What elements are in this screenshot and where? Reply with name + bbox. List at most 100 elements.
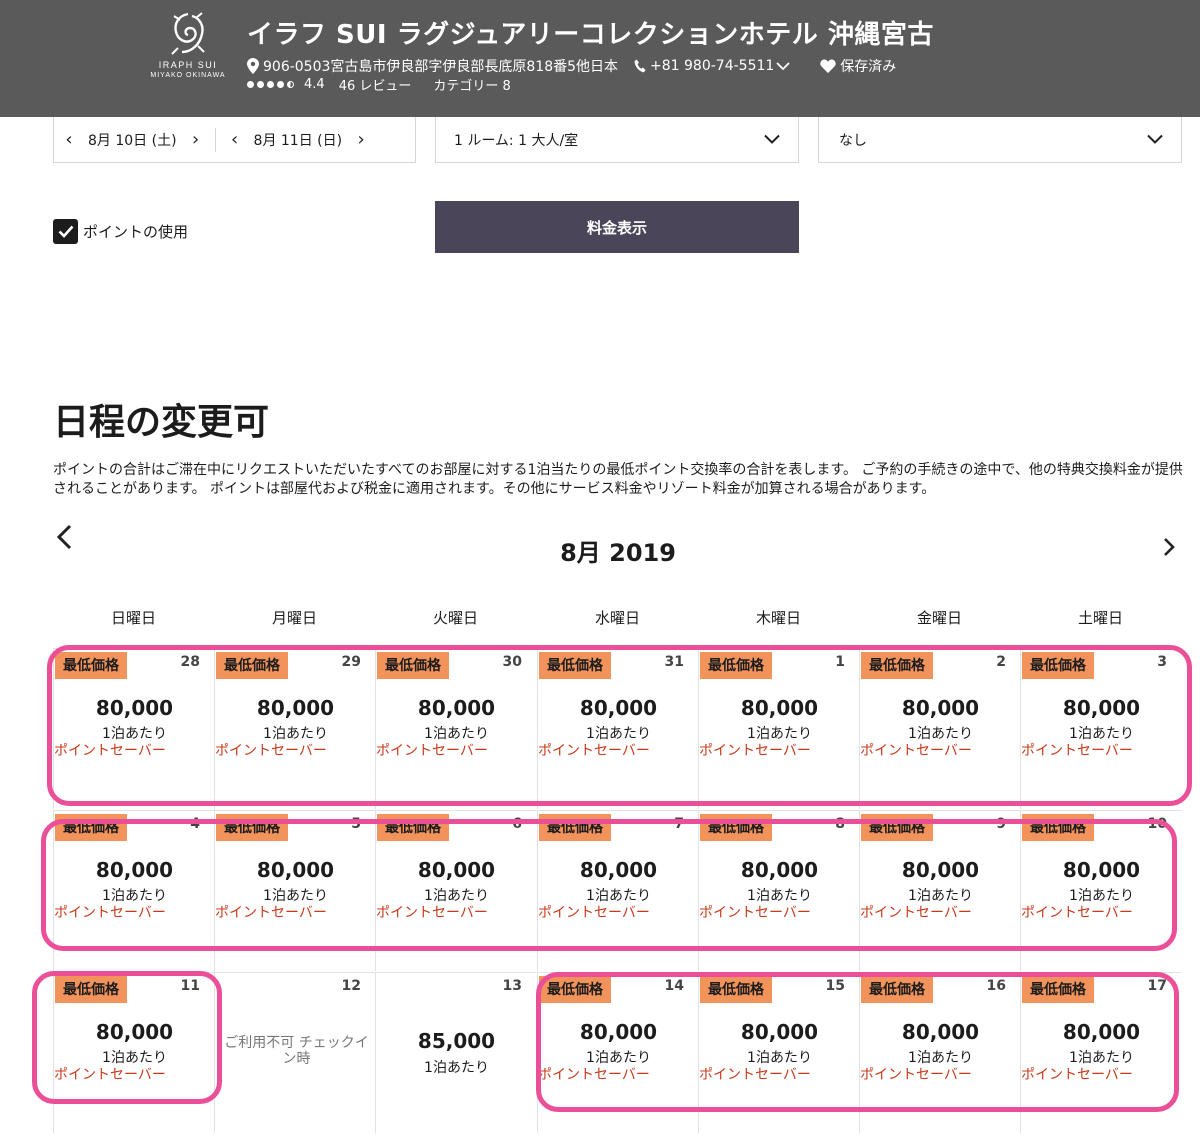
day-number: 14 — [664, 978, 684, 994]
show-rates-button[interactable]: 料金表示 — [435, 201, 799, 253]
calendar-day-cell[interactable]: 最低価格 28 80,000 1泊あたり ポイントセーバー — [53, 648, 214, 809]
points-note: ポイントの合計はご滞在中にリクエストいただいたすべてのお部屋に対する1泊当たりの… — [53, 462, 1183, 497]
calendar-day-cell[interactable]: 最低価格 31 80,000 1泊あたり ポイントセーバー — [537, 648, 698, 809]
rooms-guests-value: 1 ルーム: 1 大人/室 — [454, 132, 579, 149]
points-price: 80,000 — [417, 696, 496, 720]
hotel-info-row: 906-0503宮古島市伊良部字伊良部長底原818番5他日本 +81 980-7… — [247, 56, 896, 76]
points-price: 80,000 — [901, 858, 980, 882]
day-number: 11 — [180, 978, 200, 994]
calendar-day-cell[interactable]: 最低価格 4 80,000 1泊あたり ポイントセーバー — [53, 810, 214, 971]
points-saver-label: ポイントセーバー — [54, 743, 166, 759]
points-price: 80,000 — [740, 696, 819, 720]
calendar-day-cell[interactable]: 最低価格 1 80,000 1泊あたり ポイントセーバー — [698, 648, 859, 809]
checkout-date: ‹ 8月 11日 (日) › — [220, 117, 377, 162]
weekday-label: 日曜日 — [110, 609, 156, 627]
day-number: 28 — [180, 654, 200, 670]
section-title: 日程の変更可 — [53, 402, 270, 443]
calendar-day-cell[interactable]: 最低価格 14 80,000 1泊あたり ポイントセーバー — [537, 972, 698, 1133]
day-number: 29 — [341, 654, 361, 670]
calendar-day-cell[interactable]: 最低価格 10 80,000 1泊あたり ポイントセーバー — [1020, 810, 1181, 971]
points-saver-label: ポイントセーバー — [215, 905, 327, 921]
calendar-day-cell[interactable]: 最低価格 6 80,000 1泊あたり ポイントセーバー — [375, 810, 536, 971]
calendar-day-cell[interactable]: 最低価格 3 80,000 1泊あたり ポイントセーバー — [1020, 648, 1181, 809]
lowest-price-badge: 最低価格 — [861, 652, 933, 679]
calendar-day-cell[interactable]: 最低価格 9 80,000 1泊あたり ポイントセーバー — [859, 810, 1020, 971]
hotel-address[interactable]: 906-0503宮古島市伊良部字伊良部長底原818番5他日本 — [263, 56, 618, 76]
rooms-guests-select[interactable]: 1 ルーム: 1 大人/室 — [435, 117, 799, 163]
calendar-day-cell[interactable]: 最低価格 15 80,000 1泊あたり ポイントセーバー — [698, 972, 859, 1133]
lowest-price-badge: 最低価格 — [700, 976, 772, 1003]
calendar-day-cell[interactable]: 最低価格 30 80,000 1泊あたり ポイントセーバー — [375, 648, 536, 809]
day-number: 6 — [512, 816, 522, 832]
location-pin-icon — [247, 58, 259, 74]
lowest-price-badge: 最低価格 — [377, 814, 449, 841]
checkin-date-label[interactable]: 8月 10日 (土) — [84, 130, 181, 150]
heart-icon[interactable] — [820, 59, 836, 73]
points-saver-label: ポイントセーバー — [1021, 1067, 1133, 1083]
calendar-day-cell[interactable]: 最低価格 5 80,000 1泊あたり ポイントセーバー — [214, 810, 375, 971]
points-price: 80,000 — [1062, 696, 1141, 720]
points-price: 80,000 — [579, 696, 658, 720]
use-points-checkbox[interactable]: ポイントの使用 — [53, 219, 188, 244]
use-points-label[interactable]: ポイントの使用 — [83, 221, 188, 242]
review-count[interactable]: 46 レビュー — [339, 75, 412, 94]
day-number: 8 — [835, 816, 845, 832]
chevron-left-icon[interactable]: ‹ — [54, 129, 84, 150]
special-rate-select[interactable]: なし — [818, 117, 1182, 163]
hotel-logo[interactable]: IRAPH SUI MIYAKO OKINAWA — [142, 10, 234, 92]
day-number: 3 — [1157, 654, 1167, 670]
calendar-day-cell[interactable]: 最低価格 8 80,000 1泊あたり ポイントセーバー — [698, 810, 859, 971]
calendar-day-cell[interactable]: 最低価格 16 80,000 1泊あたり ポイントセーバー — [859, 972, 1020, 1133]
calendar-day-cell[interactable]: 最低価格 7 80,000 1泊あたり ポイントセーバー — [537, 810, 698, 971]
special-rate-value: なし — [839, 132, 867, 149]
points-price: 80,000 — [901, 696, 980, 720]
next-month-icon[interactable] — [1163, 537, 1175, 563]
lowest-price-badge: 最低価格 — [1022, 652, 1094, 679]
points-price: 80,000 — [256, 696, 335, 720]
lowest-price-badge: 最低価格 — [861, 814, 933, 841]
saved-label[interactable]: 保存済み — [840, 56, 896, 76]
weekday-label: 金曜日 — [916, 609, 962, 627]
calendar-day-cell[interactable]: 最低価格 2 80,000 1泊あたり ポイントセーバー — [859, 648, 1020, 809]
day-number: 4 — [190, 816, 200, 832]
lowest-price-badge: 最低価格 — [216, 652, 288, 679]
calendar-day-cell[interactable]: 12 ご利用不可 チェックイン時 — [214, 972, 375, 1133]
hotel-phone[interactable]: +81 980-74-5511 — [650, 58, 774, 74]
weekday-label: 水曜日 — [594, 609, 640, 627]
month-title: 8月 2019 — [560, 539, 676, 567]
lowest-price-badge: 最低価格 — [55, 976, 127, 1003]
weekday-label: 月曜日 — [271, 609, 317, 627]
logo-text-line1: IRAPH SUI — [158, 60, 218, 70]
day-number: 2 — [996, 654, 1006, 670]
chevron-left-icon[interactable]: ‹ — [220, 129, 250, 150]
chevron-right-icon[interactable]: › — [346, 129, 376, 150]
points-saver-label: ポイントセーバー — [538, 905, 650, 921]
hotel-category: カテゴリー 8 — [433, 78, 511, 94]
lowest-price-badge: 最低価格 — [216, 814, 288, 841]
dragon-logo-icon — [171, 12, 205, 55]
points-price: 80,000 — [579, 858, 658, 882]
points-price: 80,000 — [740, 1020, 819, 1044]
date-divider — [214, 127, 216, 152]
points-saver-label: ポイントセーバー — [376, 905, 488, 921]
chevron-down-icon[interactable] — [776, 61, 790, 71]
chevron-right-icon[interactable]: › — [181, 129, 211, 150]
calendar-day-cell[interactable]: 最低価格 29 80,000 1泊あたり ポイントセーバー — [214, 648, 375, 809]
points-price: 80,000 — [901, 1020, 980, 1044]
calendar-day-cell[interactable]: 最低価格 17 80,000 1泊あたり ポイントセーバー — [1020, 972, 1181, 1133]
calendar-day-cell[interactable]: 最低価格 11 80,000 1泊あたり ポイントセーバー — [53, 972, 214, 1133]
hotel-header: IRAPH SUI MIYAKO OKINAWA イラフ SUI ラグジュアリー… — [0, 0, 1200, 117]
lowest-price-badge: 最低価格 — [700, 814, 772, 841]
day-number: 15 — [825, 978, 845, 994]
calendar-day-cell[interactable]: 13 85,000 1泊あたり — [375, 972, 536, 1133]
date-selector: ‹ 8月 10日 (土) › ‹ 8月 11日 (日) › — [53, 117, 416, 163]
checkmark-icon[interactable] — [53, 219, 78, 244]
logo-text-line2: MIYAKO OKINAWA — [150, 72, 226, 79]
checkout-date-label[interactable]: 8月 11日 (日) — [250, 130, 347, 150]
points-price: 80,000 — [1062, 858, 1141, 882]
points-saver-label: ポイントセーバー — [538, 1067, 650, 1083]
phone-icon — [634, 59, 646, 73]
lowest-price-badge: 最低価格 — [1022, 976, 1094, 1003]
points-price: 80,000 — [417, 858, 496, 882]
day-number: 30 — [502, 654, 522, 670]
